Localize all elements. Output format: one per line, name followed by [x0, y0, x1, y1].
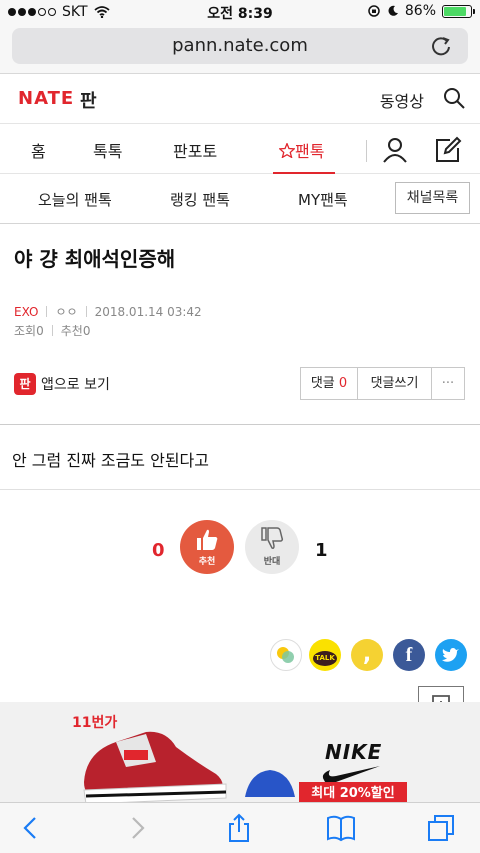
main-nav: 홈 톡톡 판포토 팬톡	[0, 124, 480, 174]
nav-pann-photo[interactable]: 판포토	[173, 138, 217, 162]
write-icon[interactable]	[434, 136, 462, 164]
twitter-share-button[interactable]	[435, 639, 467, 671]
subnav-ranking-fantok[interactable]: 랭킹 팬톡	[170, 189, 230, 210]
down-vote-label: 반대	[263, 557, 281, 567]
meta-divider	[46, 306, 48, 317]
post-date: 2018.01.14 03:42	[94, 304, 202, 319]
post-stats: 조회0 추천0	[14, 322, 90, 339]
reload-icon[interactable]	[426, 30, 456, 60]
post-meta: EXO ㅇㅇ 2018.01.14 03:42	[14, 303, 202, 320]
advertisement-banner[interactable]: 11번가 NIKE 최대 20%할인	[0, 702, 480, 802]
meta-divider	[85, 306, 87, 317]
comment-button[interactable]: 댓글 0	[300, 367, 358, 400]
blue-shoe-image	[245, 770, 295, 797]
quote-icon: ,	[362, 642, 372, 667]
ad-sale-badge: 최대 20%할인	[299, 782, 407, 802]
url-text: pann.nate.com	[172, 35, 308, 56]
kakaostory-share-button[interactable]	[270, 639, 302, 671]
subnav-my-fantok[interactable]: MY팬톡	[298, 189, 348, 210]
band-share-button[interactable]: ,	[351, 639, 383, 671]
down-vote-count: 1	[315, 540, 328, 561]
twitter-icon	[442, 648, 459, 662]
content-divider	[0, 424, 480, 425]
meta-divider	[51, 325, 53, 336]
nav-fantok[interactable]: 팬톡	[278, 138, 325, 162]
up-vote-label: 추천	[198, 557, 216, 567]
nav-divider	[366, 140, 367, 162]
sub-nav: 오늘의 팬톡 랭킹 팬톡 MY팬톡 채널목록	[0, 174, 480, 224]
facebook-icon: f	[405, 644, 413, 666]
up-vote-count: 0	[152, 540, 165, 561]
search-icon[interactable]	[442, 86, 466, 110]
pann-app-icon: 판	[14, 373, 36, 395]
views-label: 조회	[14, 324, 37, 338]
tabs-icon[interactable]	[426, 813, 456, 843]
kakaotalk-share-button[interactable]: TALK	[309, 639, 341, 671]
up-vote-button[interactable]: 추천	[180, 520, 234, 574]
views-count: 0	[36, 324, 44, 338]
facebook-share-button[interactable]: f	[393, 639, 425, 671]
share-icon[interactable]	[224, 813, 254, 843]
recommend-count: 0	[82, 324, 91, 338]
orientation-lock-icon	[368, 5, 380, 17]
app-view-link[interactable]: 판 앱으로 보기	[14, 373, 110, 395]
alarm-icon	[388, 5, 398, 16]
comment-count: 0	[338, 376, 348, 391]
battery-icon	[442, 4, 475, 18]
sneaker-image	[83, 731, 227, 802]
post-action-buttons: 댓글 0 댓글쓰기 ···	[300, 367, 465, 400]
write-comment-button[interactable]: 댓글쓰기	[358, 367, 432, 400]
user-icon[interactable]	[382, 137, 408, 163]
nav-home[interactable]: 홈	[31, 138, 46, 162]
thumbs-up-icon	[197, 529, 218, 550]
post-category[interactable]: EXO	[14, 305, 38, 319]
kakaotalk-icon: TALK	[313, 651, 337, 666]
post-author: ㅇㅇ	[55, 305, 78, 319]
bookmarks-icon[interactable]	[326, 813, 356, 843]
site-header: NATE 판 동영상	[0, 74, 480, 124]
status-bar: SKT 오전 8:39 86%	[0, 0, 480, 24]
video-link[interactable]: 동영상	[380, 88, 424, 112]
kakaostory-icon	[277, 647, 294, 663]
star-icon	[278, 141, 296, 159]
browser-address-area: pann.nate.com	[0, 24, 480, 74]
nav-toktok[interactable]: 톡톡	[93, 138, 122, 162]
address-bar[interactable]: pann.nate.com	[12, 28, 468, 64]
channel-list-button[interactable]: 채널목록	[395, 182, 470, 214]
content-divider	[0, 489, 480, 490]
thumbs-down-icon	[261, 527, 284, 549]
nate-logo[interactable]: NATE	[18, 88, 74, 109]
browser-toolbar	[0, 802, 480, 853]
subnav-today-fantok[interactable]: 오늘의 팬톡	[38, 189, 112, 210]
post-content: 안 그럼 진짜 조금도 안된다고	[12, 451, 209, 470]
forward-icon[interactable]	[122, 813, 152, 843]
nav-fantok-label: 팬톡	[295, 142, 325, 161]
down-vote-button[interactable]: 반대	[245, 520, 299, 574]
back-icon[interactable]	[16, 813, 46, 843]
comment-label: 댓글	[310, 376, 335, 391]
pann-logo[interactable]: 판	[80, 87, 97, 113]
battery-percent: 86%	[404, 3, 436, 19]
post-title: 야 걍 최애석인증해	[14, 247, 176, 271]
ad-nike-logo: NIKE	[325, 740, 383, 764]
recommend-label: 추천	[60, 324, 83, 338]
more-button[interactable]: ···	[432, 367, 465, 400]
app-view-label: 앱으로 보기	[41, 377, 110, 393]
